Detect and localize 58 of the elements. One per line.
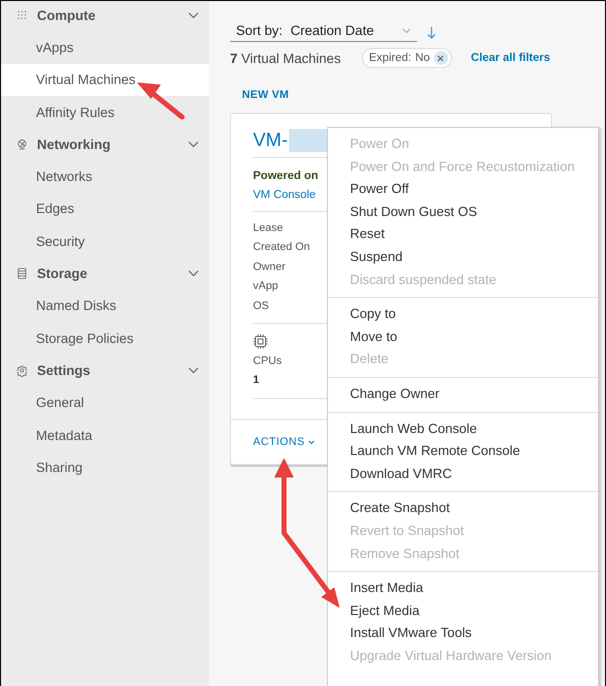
chevron-down-icon — [402, 28, 411, 34]
sidebar-item[interactable]: Affinity Rules — [1, 96, 209, 128]
power-status: Powered on — [253, 170, 318, 182]
sidebar-item[interactable]: vApps — [1, 31, 209, 64]
filter-chip: Expired: No — [362, 48, 452, 68]
clear-filters-link[interactable]: Clear all filters — [470, 52, 550, 64]
sidebar-item[interactable]: Security — [1, 225, 209, 258]
sidebar-group-header[interactable]: Settings — [37, 362, 188, 378]
menu-item[interactable]: Insert Media — [328, 577, 598, 600]
grid-icon — [17, 9, 27, 22]
gear-icon — [17, 364, 27, 377]
stat-label: CPUs — [253, 354, 282, 366]
vm-console-link[interactable]: VM Console — [253, 188, 316, 200]
field-label: Owner — [253, 260, 286, 273]
sidebar-item[interactable]: Virtual Machines — [1, 64, 209, 96]
sidebar-item[interactable]: Metadata — [1, 418, 209, 452]
sidebar-item[interactable]: Storage Policies — [1, 322, 209, 354]
database-icon — [17, 267, 27, 280]
sidebar-item[interactable]: Networks — [1, 160, 209, 193]
sort-dropdown[interactable]: Sort by: Creation Date — [230, 23, 417, 42]
arrow-annotation — [136, 82, 184, 120]
menu-item[interactable]: Suspend — [328, 246, 598, 269]
menu-item[interactable]: Change Owner — [328, 382, 598, 406]
sidebar-item[interactable]: General — [1, 386, 209, 419]
sidebar-item[interactable]: Edges — [1, 192, 209, 226]
cpu-chip-icon — [253, 334, 268, 348]
menu-item[interactable]: Eject Media — [328, 600, 598, 622]
field-label: Created On — [253, 241, 310, 254]
chevron-down-icon[interactable] — [188, 366, 199, 374]
menu-item[interactable]: Download VMRC — [328, 462, 598, 486]
sidebar-group-header[interactable]: Storage — [37, 266, 188, 282]
chevron-down-icon[interactable] — [188, 270, 199, 278]
close-icon[interactable] — [434, 51, 448, 65]
vm-title[interactable]: VM- — [253, 130, 288, 152]
vm-count: 7 Virtual Machines — [230, 50, 342, 66]
menu-item[interactable]: Install VMware Tools — [328, 622, 598, 645]
sidebar-item[interactable]: Named Disks — [1, 290, 209, 322]
sidebar-group-header[interactable]: Compute — [37, 8, 188, 23]
field-label: Lease — [253, 222, 283, 234]
menu-item[interactable]: Power Off — [328, 178, 598, 201]
sort-direction-icon[interactable] — [427, 26, 436, 38]
stat-value: 1 — [253, 374, 260, 386]
menu-item[interactable]: Create Snapshot — [328, 497, 598, 520]
chevron-down-icon[interactable] — [188, 140, 199, 148]
menu-item[interactable]: Launch Web Console — [328, 418, 598, 440]
menu-item[interactable]: Copy to — [328, 303, 598, 326]
chevron-down-icon[interactable] — [188, 12, 199, 19]
menu-item[interactable]: Shut Down Guest OS — [328, 200, 598, 224]
menu-item[interactable]: Launch VM Remote Console — [328, 440, 598, 463]
menu-item[interactable]: Reset — [328, 223, 598, 246]
actions-button[interactable]: ACTIONS — [253, 436, 315, 448]
caret-icon — [308, 440, 315, 444]
new-vm-button[interactable]: NEW VM — [238, 85, 294, 105]
sidebar-item[interactable]: Sharing — [1, 451, 209, 484]
menu-item[interactable]: Move to — [328, 326, 598, 348]
field-label: OS — [253, 300, 269, 312]
field-label: vApp — [253, 280, 278, 292]
sidebar-group-header[interactable]: Networking — [37, 136, 188, 152]
